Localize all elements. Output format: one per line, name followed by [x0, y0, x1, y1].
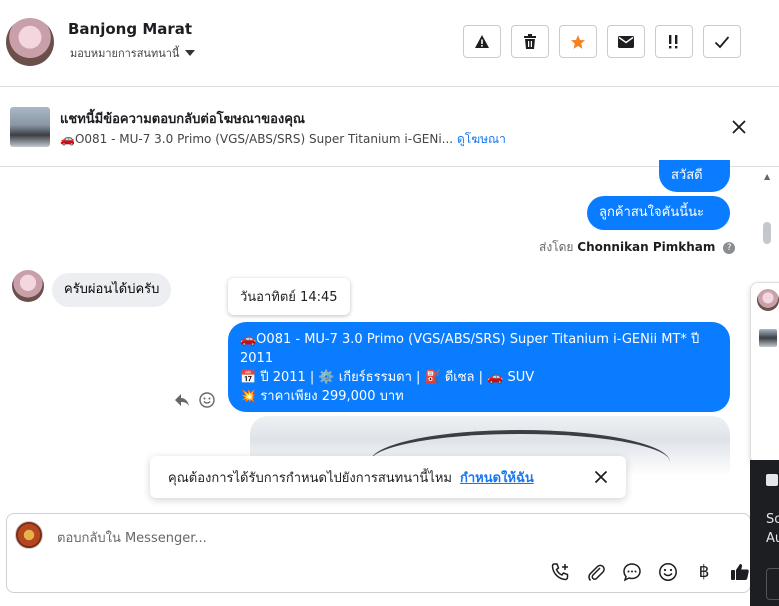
ad-thumbnail	[10, 107, 50, 147]
chat-head-thumbnail	[759, 329, 777, 347]
outgoing-ad-message[interactable]: 🚗O081 - MU-7 3.0 Primo (VGS/ABS/SRS) Sup…	[228, 322, 730, 412]
chat-bubble-icon	[623, 563, 641, 582]
follow-up-button[interactable]	[655, 25, 693, 58]
close-prompt-button[interactable]	[594, 470, 608, 484]
ad-message-line: 💥 ราคาเพียง 299,000 บาท	[240, 389, 404, 404]
view-ad-link[interactable]: ดูโฆษณา	[457, 132, 506, 146]
page-avatar	[15, 521, 43, 549]
star-button[interactable]	[559, 25, 597, 58]
emoji-icon	[659, 563, 677, 581]
baht-icon: ฿	[698, 562, 710, 582]
side-panel-text: Au	[766, 531, 779, 546]
ad-message-line: 🚗O081 - MU-7 3.0 Primo (VGS/ABS/SRS) Sup…	[240, 332, 700, 366]
close-icon	[594, 470, 608, 484]
assign-prompt: คุณต้องการได้รับการกำหนดไปยังการสนทนานี้…	[150, 456, 626, 498]
ad-message-line: 📅 ปี 2011 | ⚙️ เกียร์ธรรมดา | ⛽ ดีเซล | …	[240, 370, 535, 385]
scrollbar-thumb[interactable]	[763, 222, 771, 244]
done-button[interactable]	[703, 25, 741, 58]
assign-prompt-text: คุณต้องการได้รับการกำหนดไปยังการสนทนานี้…	[168, 470, 452, 486]
app-icon	[766, 474, 778, 486]
star-icon	[571, 34, 585, 49]
paperclip-icon	[588, 564, 605, 582]
attach-button[interactable]	[585, 561, 607, 583]
chat-head-panel	[750, 282, 779, 464]
scroll-up-arrow[interactable]: ▲	[764, 172, 770, 181]
reply-button[interactable]	[174, 392, 190, 411]
incoming-message[interactable]: ครับผ่อนได้บ่ครับ	[52, 273, 172, 307]
help-icon[interactable]: ?	[723, 241, 736, 254]
assign-label: มอบหมายการสนทนานี้	[70, 47, 180, 60]
contact-name: Banjong Marat	[68, 20, 193, 38]
call-button[interactable]	[549, 561, 571, 583]
react-button[interactable]	[199, 392, 215, 412]
close-ad-banner-button[interactable]	[730, 118, 748, 136]
side-panel-button[interactable]	[766, 568, 779, 600]
like-button[interactable]	[729, 561, 751, 583]
envelope-icon	[618, 35, 634, 48]
contact-avatar[interactable]	[6, 18, 54, 66]
sent-by-label: ส่งโดย Chonnikan Pimkham ?	[539, 238, 736, 257]
ad-banner-text: 🚗O081 - MU-7 3.0 Primo (VGS/ABS/SRS) Sup…	[60, 132, 454, 146]
emoji-icon	[199, 392, 215, 408]
assign-conversation-dropdown[interactable]: มอบหมายการสนทนานี้	[70, 44, 196, 62]
reply-icon	[175, 394, 189, 406]
chevron-down-icon	[185, 50, 196, 56]
warning-icon	[475, 34, 489, 48]
assign-to-me-link[interactable]: กำหนดให้ฉัน	[460, 467, 534, 488]
outgoing-message[interactable]: ลูกค้าสนใจคันนี้นะคะ	[587, 196, 730, 254]
payment-button[interactable]: ฿	[693, 561, 715, 583]
close-icon	[732, 120, 746, 134]
side-notification-panel: So Au	[750, 460, 779, 606]
outgoing-message[interactable]: สวัสดีค่ะ	[659, 160, 730, 215]
sender-name: Chonnikan Pimkham	[577, 240, 716, 254]
trash-icon	[524, 33, 536, 49]
saved-replies-button[interactable]	[621, 561, 643, 583]
report-button[interactable]	[463, 25, 501, 58]
phone-plus-icon	[551, 563, 569, 581]
contact-avatar-small	[12, 270, 44, 302]
exclamation-icon	[669, 34, 678, 48]
header-divider	[0, 86, 779, 87]
reply-input[interactable]	[55, 527, 699, 549]
side-panel-text: So	[766, 512, 779, 527]
timestamp-tooltip: วันอาทิตย์ 14:45	[228, 278, 350, 315]
check-icon	[714, 35, 730, 48]
emoji-button[interactable]	[657, 561, 679, 583]
thumbs-up-icon	[731, 564, 749, 580]
ad-banner-title: แชทนี้มีข้อความตอบกลับต่อโฆษณาของคุณ	[60, 112, 305, 127]
ad-banner-subtitle: 🚗O081 - MU-7 3.0 Primo (VGS/ABS/SRS) Sup…	[60, 130, 506, 149]
sent-by-prefix: ส่งโดย	[539, 240, 574, 254]
delete-button[interactable]	[511, 25, 549, 58]
chat-head-avatar[interactable]	[757, 289, 779, 311]
mark-unread-button[interactable]	[607, 25, 645, 58]
